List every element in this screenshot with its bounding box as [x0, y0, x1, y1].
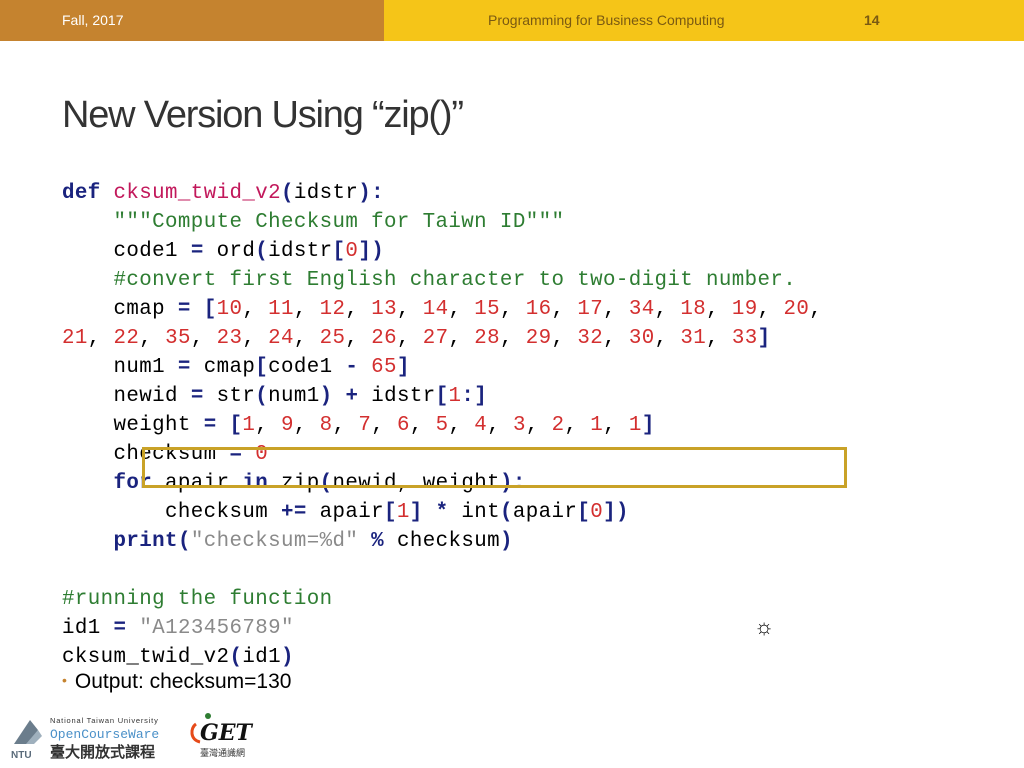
get-chinese-text: 臺灣通識網 — [200, 747, 245, 759]
output-bullet: • Output: checksum=130 — [62, 670, 291, 694]
code-line: 21, 22, 35, 23, 24, 25, 26, 27, 28, 29, … — [62, 327, 771, 350]
ocw-chinese-text: 臺大開放式課程 — [50, 743, 155, 761]
code-line: print("checksum=%d" % checksum) — [113, 530, 513, 553]
page-number: 14 — [864, 12, 880, 28]
code-line: cmap = [10, 11, 12, 13, 14, 15, 16, 17, … — [62, 298, 823, 321]
header-date: Fall, 2017 — [62, 12, 124, 28]
code-line: weight = [1, 9, 8, 7, 6, 5, 4, 3, 2, 1, … — [62, 414, 655, 437]
output-text: Output: checksum=130 — [74, 670, 292, 693]
slide-title: New Version Using “zip()” — [62, 94, 464, 136]
code-line: #running the function — [62, 588, 333, 611]
header-course-title: Programming for Business Computing — [488, 12, 725, 28]
ocw-university-text: National Taiwan University — [50, 716, 159, 725]
code-line: checksum += apair[1] * int(apair[0]) — [62, 501, 629, 524]
code-block: def cksum_twid_v2(idstr): """Compute Che… — [62, 179, 822, 672]
get-logo: GET 臺灣通識網 — [190, 713, 254, 759]
code-line: #convert first English character to two-… — [113, 269, 797, 292]
code-line: id1 = "A123456789" — [62, 617, 294, 640]
header-left-band: Fall, 2017 — [0, 0, 384, 41]
code-line: cksum_twid_v2(id1) — [62, 646, 294, 669]
ocw-name-text: OpenCourseWare — [50, 727, 159, 742]
code-line: def cksum_twid_v2(idstr): — [62, 182, 385, 205]
get-mark-text: GET — [200, 720, 254, 746]
sun-symbol-icon: ☼ — [754, 614, 775, 639]
ntu-mark-text: NTU — [11, 750, 32, 761]
code-line: """Compute Checksum for Taiwn ID""" — [113, 211, 565, 234]
highlight-box-for-loop — [142, 447, 847, 488]
ntu-opencourseware-logo: NTU National Taiwan University OpenCours… — [11, 716, 159, 761]
code-line: newid = str(num1) + idstr[1:] — [62, 385, 488, 408]
code-line: code1 = ord(idstr[0]) — [62, 240, 385, 263]
code-line: num1 = cmap[code1 - 65] — [62, 356, 410, 379]
bullet-dot-icon: • — [62, 672, 67, 688]
